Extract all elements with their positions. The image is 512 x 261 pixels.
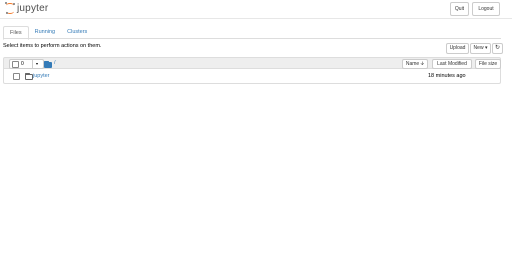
quit-button[interactable]: Quit: [450, 2, 469, 16]
breadcrumb-root[interactable]: /: [54, 60, 56, 66]
file-name-link[interactable]: jupyter: [33, 73, 50, 79]
sort-by-file-size-button[interactable]: File size: [475, 59, 501, 69]
logo-text: jupyter: [17, 2, 49, 14]
folder-icon: [25, 73, 33, 80]
tab-bar: Files Running Clusters: [3, 26, 93, 40]
tab-clusters[interactable]: Clusters: [61, 26, 93, 38]
file-row[interactable]: jupyter 18 minutes ago: [3, 69, 501, 84]
tab-running[interactable]: Running: [29, 26, 62, 38]
upload-button[interactable]: Upload: [446, 43, 469, 54]
jupyter-logo-icon: [5, 2, 15, 14]
jupyter-logo[interactable]: jupyter: [5, 1, 48, 15]
tab-underline: [3, 38, 501, 39]
sort-by-name-button[interactable]: Name 🡫: [402, 59, 428, 69]
header-divider: [0, 18, 512, 19]
header: jupyter Quit Logout: [0, 0, 512, 16]
select-all-checkbox[interactable]: [12, 61, 19, 68]
logout-button[interactable]: Logout: [472, 2, 500, 16]
new-dropdown-button[interactable]: New ▾: [470, 43, 491, 54]
file-row-checkbox[interactable]: [13, 73, 20, 80]
refresh-icon: ↻: [494, 45, 501, 51]
refresh-button[interactable]: ↻: [492, 43, 503, 54]
selection-hint: Select items to perform actions on them.: [3, 43, 102, 49]
file-list-header: 0 ▾ / Name 🡫 Last Modified File size: [3, 57, 501, 69]
chevron-down-icon[interactable]: ▾: [36, 60, 38, 68]
sort-by-last-modified-button[interactable]: Last Modified: [432, 59, 472, 69]
select-all-group: 0 ▾: [9, 59, 44, 69]
folder-icon: [44, 61, 52, 68]
file-modified-time: 18 minutes ago: [428, 73, 466, 79]
selected-count: 0: [21, 61, 24, 67]
